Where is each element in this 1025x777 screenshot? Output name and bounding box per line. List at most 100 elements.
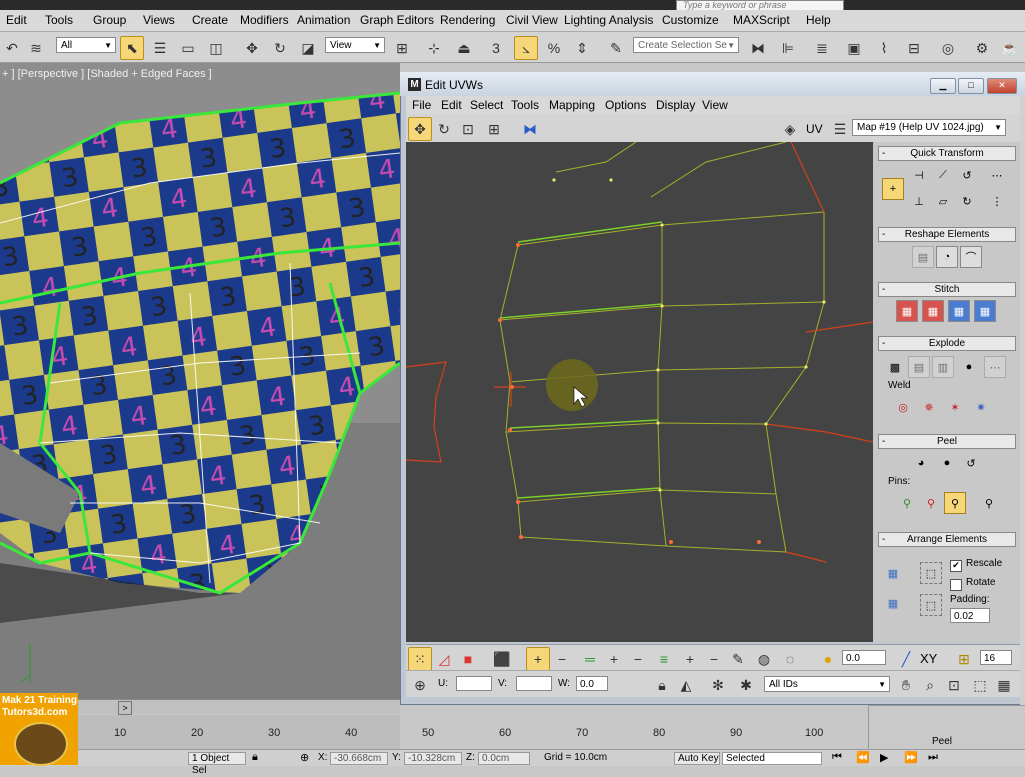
menu-civil-view[interactable]: Civil View [506, 13, 558, 27]
pan-icon[interactable]: ✋︎ [894, 673, 918, 697]
next-frame-icon[interactable]: ⏩ [904, 751, 918, 764]
lock-selection-icon[interactable]: 🔒︎ [252, 751, 258, 764]
pack-normalize-icon[interactable]: ▦ [882, 562, 904, 584]
paint-select-icon[interactable]: ✎ [726, 647, 750, 671]
stitch-to-target-icon[interactable]: ▦ [896, 300, 918, 322]
loop-icon[interactable]: ═ [578, 647, 602, 671]
curve-editor-icon[interactable]: ⌇ [872, 36, 896, 60]
shrink-selection-icon[interactable]: − [550, 647, 574, 671]
space-horizontal-icon[interactable]: ⋯ [986, 164, 1008, 186]
angle-snap-icon[interactable]: ⦣ [514, 36, 538, 60]
uvw-menu-display[interactable]: Display [656, 98, 695, 112]
redo-icon[interactable]: ≋ [24, 36, 48, 60]
pack-recursive-icon[interactable]: ⬚ [920, 594, 942, 616]
close-button[interactable]: ✕ [987, 78, 1017, 94]
go-to-start-icon[interactable]: ⏮ [832, 751, 842, 764]
expand-ring-icon[interactable]: + [678, 647, 702, 671]
go-to-end-icon[interactable]: ⏭ [928, 751, 938, 764]
stitch-average-icon[interactable]: ▦ [922, 300, 944, 322]
select-by-name-icon[interactable]: ☰ [148, 36, 172, 60]
menu-graph-editors[interactable]: Graph Editors [360, 13, 434, 27]
menu-animation[interactable]: Animation [297, 13, 350, 27]
menu-views[interactable]: Views [143, 13, 175, 27]
flatten-by-polygon-icon[interactable]: ▩ [884, 356, 906, 378]
z-coordinate-field[interactable]: 0.0cm [478, 752, 530, 765]
rotate-90-icon[interactable]: ↺ [956, 164, 978, 186]
snaps-toggle-icon[interactable]: 3 [484, 36, 508, 60]
xy-label[interactable]: XY [920, 651, 937, 666]
percent-snap-icon[interactable]: % [542, 36, 566, 60]
scale-icon[interactable]: ⊡ [456, 117, 480, 141]
texture-map-dropdown[interactable]: Map #19 (Help UV 1024.jpg) ▼ [852, 119, 1006, 136]
show-grid-icon[interactable]: ▦ [992, 673, 1016, 697]
mirror-icon[interactable]: ⧓ [746, 36, 770, 60]
uvw-menu-edit[interactable]: Edit [441, 98, 462, 112]
align-horizontal-icon[interactable]: ⊣ [908, 164, 930, 186]
named-selection-dropdown[interactable]: Create Selection Se ▼ [633, 37, 739, 53]
soft-select-icon[interactable]: ● [816, 647, 840, 671]
window-crossing-icon[interactable]: ◫ [204, 36, 228, 60]
spinner-snap-icon[interactable]: ⇕ [570, 36, 594, 60]
play-icon[interactable]: ▶ [880, 751, 888, 764]
shrink-ring-icon[interactable]: − [702, 647, 726, 671]
stitch-to-source-icon[interactable]: ▦ [948, 300, 970, 322]
polygon-mode-icon[interactable]: ■ [456, 647, 480, 671]
select-object-icon[interactable]: ⬉ [120, 36, 144, 60]
quick-peel-icon[interactable]: ◕ [910, 452, 932, 474]
grow-selection-icon[interactable]: + [526, 647, 550, 671]
freeze-icon[interactable]: ✻ [706, 673, 730, 697]
padding-spinner[interactable]: 0.02 [950, 608, 990, 623]
perspective-viewport[interactable]: 4 3 [0, 63, 400, 699]
graphite-toggle-icon[interactable]: ▣ [842, 36, 866, 60]
reference-coord-dropdown[interactable]: View ▼ [325, 37, 385, 53]
menu-modifiers[interactable]: Modifiers [240, 13, 289, 27]
move-icon[interactable]: ✥ [408, 117, 432, 141]
uv-editor-canvas[interactable] [406, 142, 873, 642]
relax-options-icon[interactable]: ⌒ [960, 246, 982, 268]
flatten-by-material-icon[interactable]: ▥ [932, 356, 954, 378]
falloff-spinner[interactable]: 0.0 [842, 650, 886, 665]
keyboard-shortcut-icon[interactable]: ⏏ [452, 36, 476, 60]
rollout-explode[interactable]: - Explode [878, 336, 1016, 351]
straighten-selection-icon[interactable]: ▤ [912, 246, 934, 268]
shrink-loop-icon[interactable]: − [626, 647, 650, 671]
set-pivot-icon[interactable]: + [882, 178, 904, 200]
relax-icon[interactable]: ◔ [936, 246, 958, 268]
material-id-dropdown[interactable]: All IDs ▼ [764, 676, 890, 692]
absolute-offset-icon[interactable]: ⊕ [408, 673, 432, 697]
pelt-map-icon[interactable]: ● [936, 452, 958, 474]
menu-help[interactable]: Help [806, 13, 831, 27]
rollout-quick-transform[interactable]: - Quick Transform [878, 146, 1016, 161]
uvw-menu-tools[interactable]: Tools [511, 98, 539, 112]
rollout-peel[interactable]: - Peel [878, 434, 1016, 449]
u-spinner[interactable] [456, 676, 492, 691]
uvw-menu-file[interactable]: File [412, 98, 431, 112]
viewport-label[interactable]: + ] [Perspective ] [Shaded + Edged Faces… [2, 68, 212, 80]
menu-tools[interactable]: Tools [45, 13, 73, 27]
rotate-checkbox[interactable] [950, 579, 962, 591]
hide-icon[interactable]: ◭ [674, 673, 698, 697]
rollout-reshape-elements[interactable]: - Reshape Elements [878, 227, 1016, 242]
pack-custom-icon[interactable]: ⬚ [920, 562, 942, 584]
freeform-icon[interactable]: ⊞ [482, 117, 506, 141]
unpin-icon[interactable]: ⚲ [920, 492, 942, 514]
reset-peel-icon[interactable]: ↺ [960, 452, 982, 474]
minimize-button[interactable]: ▁ [930, 78, 956, 94]
pivot-icon[interactable]: ⊞ [390, 36, 414, 60]
uvw-menu-mapping[interactable]: Mapping [549, 98, 595, 112]
stitch-custom-icon[interactable]: ▦ [974, 300, 996, 322]
w-spinner[interactable]: 0.0 [576, 676, 608, 691]
break-icon[interactable]: ⋯ [984, 356, 1006, 378]
menu-customize[interactable]: Customize [662, 13, 719, 27]
move-icon[interactable]: ✥ [240, 36, 264, 60]
previous-frame-icon[interactable]: ⏪ [856, 751, 870, 764]
paint-grow-icon[interactable]: ◍ [752, 647, 776, 671]
weld-all-icon[interactable]: ✶ [944, 396, 966, 418]
menu-group[interactable]: Group [93, 13, 126, 27]
edge-mode-icon[interactable]: ◿ [432, 647, 456, 671]
grid-size-spinner[interactable]: 16 [980, 650, 1012, 665]
rotate-icon[interactable]: ↻ [432, 117, 456, 141]
expand-loop-icon[interactable]: + [602, 647, 626, 671]
target-weld-icon[interactable]: ◎ [892, 396, 914, 418]
key-filter-dropdown[interactable]: Selected [722, 752, 822, 765]
